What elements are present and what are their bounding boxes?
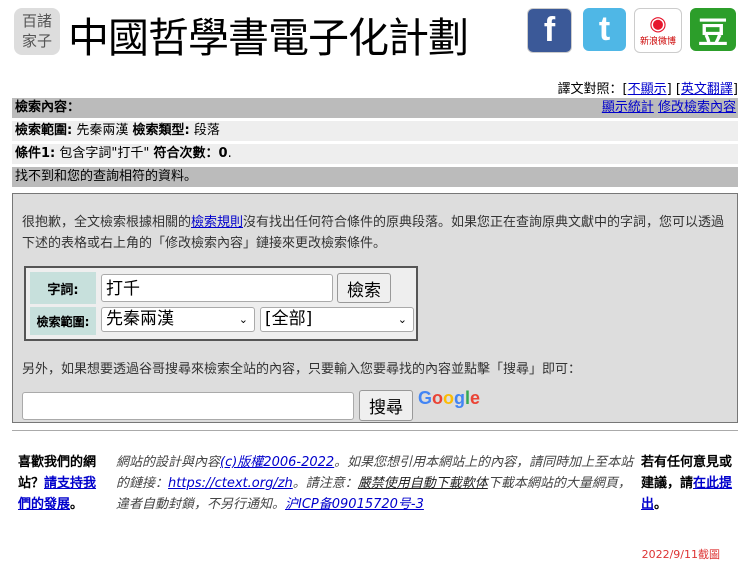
apology-text: 很抱歉，全文檢索根據相關的檢索規則沒有找出任何符合條件的原典段落。如果您正在查詢… (22, 215, 725, 251)
condition-text: 包含字詞"打千" (59, 146, 150, 161)
subscope-select[interactable]: [全部] ⌄ (260, 307, 414, 332)
site-url-link[interactable]: https://ctext.org/zh (168, 476, 293, 491)
facebook-icon[interactable]: f (527, 8, 572, 53)
weibo-label: 新浪微博 (639, 36, 676, 46)
search-button[interactable]: 檢索 (337, 273, 391, 303)
type-value: 段落 (193, 123, 220, 138)
support-text: 喜歡我們的網站？請支持我們的發展。 (18, 455, 97, 512)
google-hint: 另外，如果想要透過谷哥搜尋來檢索全站的內容，只要輸入您要尋找的內容並點擊「搜尋」… (22, 362, 582, 377)
query-label: 檢索內容： (15, 100, 81, 115)
icp-link[interactable]: 沪ICP备09015720号-3 (285, 497, 424, 512)
site-title[interactable]: 中國哲學書電子化計劃 (68, 4, 469, 64)
hide-translation-link[interactable]: 不顯示 (628, 82, 667, 97)
divider (12, 430, 738, 431)
scope-label: 檢索範圍: (30, 307, 96, 335)
screenshot-date: 2022/9/11截圖 (641, 548, 720, 561)
word-input[interactable]: 打千 (101, 274, 333, 302)
search-rules-link[interactable]: 檢索規則 (191, 215, 243, 230)
scope-bar: 檢索範圍: 先秦兩漢 檢索類型: 段落 (12, 121, 738, 141)
logo-line: 百諸 (21, 12, 52, 30)
weibo-icon[interactable]: ◉ 新浪微博 (634, 8, 682, 53)
translation-label: 譯文對照： (557, 82, 623, 97)
query-bar: 檢索內容： 顯示統計 修改檢索內容 (12, 98, 738, 118)
word-label: 字詞: (30, 272, 96, 304)
scope-value: 先秦兩漢 (76, 123, 129, 138)
condition-bar: 條件1: 包含字詞"打千" 符合次數：0. (12, 144, 738, 164)
google-search-button[interactable]: 搜尋 (359, 390, 413, 421)
no-result-bar: 找不到和您的查詢相符的資料。 (12, 167, 738, 187)
show-stats-link[interactable]: 顯示統計 (602, 100, 654, 115)
warning-text: 嚴禁使用自動下載軟体 (357, 476, 488, 491)
site-logo[interactable]: 百諸 家子 (14, 8, 60, 55)
douban-icon[interactable]: 豆 (690, 8, 736, 51)
copyright-link[interactable]: (c)版權2006-2022 (220, 455, 334, 470)
condition-label: 條件1: (15, 146, 56, 161)
translation-toggle: 譯文對照：[不顯示] [英文翻譯] (557, 82, 738, 97)
logo-line: 家子 (21, 32, 52, 50)
count-value: 0 (218, 146, 228, 161)
google-logo: Google (418, 388, 481, 408)
modify-search-link[interactable]: 修改檢索內容 (658, 100, 736, 115)
copyright-text: 網站的設計與內容(c)版權2006-2022。如果您想引用本網站上的內容，請同時… (116, 455, 634, 512)
scope-label: 檢索範圍: (15, 123, 73, 138)
scope-select[interactable]: 先秦兩漢 ⌄ (101, 307, 255, 332)
chevron-down-icon: ⌄ (238, 313, 248, 326)
feedback-text: 若有任何意見或建議，請在此提出。 (641, 455, 733, 512)
google-search-input[interactable] (22, 392, 354, 420)
search-form: 字詞: 打千 檢索 檢索範圍: 先秦兩漢 ⌄ [全部] ⌄ (24, 266, 418, 341)
twitter-icon[interactable]: t (583, 8, 626, 51)
count-label: 符合次數： (153, 146, 219, 161)
english-translation-link[interactable]: 英文翻譯 (681, 82, 733, 97)
chevron-down-icon: ⌄ (397, 313, 407, 326)
type-label: 檢索類型: (132, 123, 190, 138)
